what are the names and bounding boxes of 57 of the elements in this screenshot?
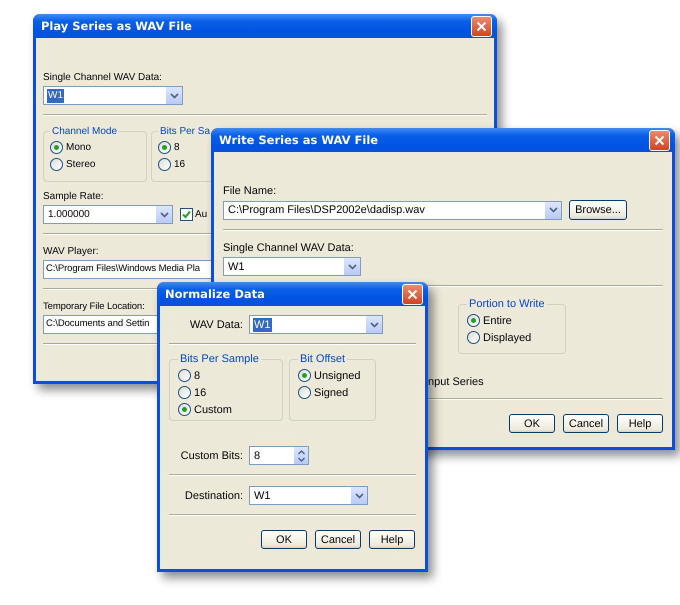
dialog-button[interactable]: Help	[617, 414, 663, 433]
close-icon	[654, 134, 665, 146]
dialog-button[interactable]: Cancel	[563, 414, 609, 433]
radio-button[interactable]: 8	[178, 369, 274, 382]
radio-button[interactable]: 16	[158, 158, 248, 171]
checkbox-label: nput Series	[428, 376, 484, 389]
group-title: Channel Mode	[51, 126, 118, 137]
radio-button[interactable]: Signed	[298, 386, 367, 399]
radio-button[interactable]: Custom	[178, 403, 274, 416]
dropdown[interactable]: W1	[249, 315, 383, 334]
radio-button[interactable]: 16	[178, 386, 274, 399]
field-label: Single Channel WAV Data:	[223, 242, 354, 255]
dialog-button[interactable]: Help	[369, 530, 415, 549]
dialog-button[interactable]: OK	[509, 414, 555, 433]
browse-button[interactable]: Browse...	[569, 200, 627, 220]
close-icon	[407, 288, 418, 300]
close-button[interactable]	[402, 284, 423, 304]
radio-button[interactable]: Displayed	[467, 331, 557, 344]
group-title: Bits Per Sa	[159, 126, 212, 137]
group-title: Bits Per Sample	[179, 353, 260, 365]
field-label: Single Channel WAV Data:	[43, 71, 162, 84]
dropdown[interactable]: W1	[43, 86, 183, 105]
chevron-down-icon	[170, 92, 178, 98]
group-title: Bit Offset	[299, 353, 346, 365]
chevron-down-icon	[354, 492, 364, 498]
spin-arrows-icon[interactable]	[294, 447, 308, 464]
window-title: Normalize Data	[165, 287, 265, 301]
chevron-down-icon	[160, 212, 168, 218]
close-button[interactable]	[471, 16, 492, 36]
field-label: WAV Data:	[188, 318, 243, 330]
checkmark-icon	[182, 210, 191, 219]
window-title: Write Series as WAV File	[219, 133, 378, 147]
field-label: Custom Bits:	[180, 450, 243, 462]
dropdown[interactable]: C:\Program Files\DSP2002e\dadisp.wav	[223, 200, 562, 220]
window-title: Play Series as WAV File	[41, 19, 192, 33]
chevron-down-icon	[548, 207, 558, 213]
dropdown[interactable]: W1	[249, 486, 368, 505]
radio-button[interactable]: Entire	[467, 314, 557, 327]
close-icon	[476, 20, 487, 32]
chevron-down-icon	[370, 322, 378, 328]
group-title: Portion to Write	[468, 298, 546, 310]
dropdown[interactable]: 1.000000	[43, 205, 173, 224]
chevron-down-icon	[348, 264, 356, 270]
dropdown[interactable]: W1	[223, 257, 361, 276]
field-label: Destination:	[184, 490, 243, 502]
close-button[interactable]	[649, 130, 670, 150]
radio-button[interactable]: Stereo	[50, 158, 138, 171]
checkbox[interactable]: Au	[180, 208, 208, 221]
field-label: Sample Rate:	[43, 190, 104, 203]
spin-field[interactable]: 8	[249, 446, 309, 465]
field-label: WAV Player:	[43, 245, 99, 258]
radio-button[interactable]: Mono	[50, 141, 138, 154]
field-label: File Name:	[223, 185, 276, 198]
dialog-button[interactable]: Cancel	[315, 530, 361, 549]
field-label: Temporary File Location:	[43, 300, 145, 313]
radio-button[interactable]: Unsigned	[298, 369, 367, 382]
dialog-button[interactable]: OK	[261, 530, 307, 549]
